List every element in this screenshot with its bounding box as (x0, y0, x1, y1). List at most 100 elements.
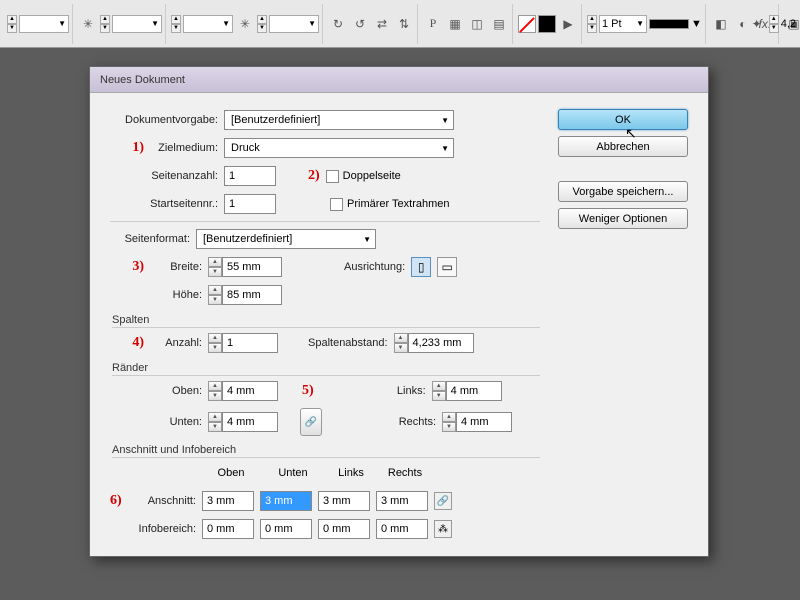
margin-bottom-input[interactable]: 4 mm (222, 412, 278, 432)
transform-icon[interactable]: ✦ (747, 14, 767, 34)
bleed-bottom-input[interactable]: 3 mm (260, 491, 312, 511)
toolbar-dropdown[interactable]: ▼ (269, 15, 319, 33)
intent-select[interactable]: Druck▼ (224, 138, 454, 158)
margin-top-input[interactable]: 4 mm (222, 381, 278, 401)
dropdown-arrow-icon[interactable]: ▼ (691, 18, 702, 30)
portrait-icon[interactable]: ▯ (411, 257, 431, 277)
stepper-icon[interactable]: ▲▼ (257, 15, 267, 33)
ok-button[interactable]: OK↖ (558, 109, 688, 130)
pages-label: Seitenanzahl: (110, 170, 218, 182)
toolbar-dropdown[interactable]: ▼ (112, 15, 162, 33)
rotate-icon[interactable]: ↻ (328, 14, 348, 34)
col-count-input[interactable]: 1 (222, 333, 278, 353)
margin-right-input[interactable]: 4 mm (456, 412, 512, 432)
rotate-icon[interactable]: ↺ (350, 14, 370, 34)
wrap-icon[interactable]: ◫ (467, 14, 487, 34)
annotation-5: 5) (302, 383, 314, 399)
flip-icon[interactable]: ⇅ (394, 14, 414, 34)
gutter-stepper[interactable]: ▲▼ (394, 333, 408, 353)
flip-icon[interactable]: ⇄ (372, 14, 392, 34)
width-label: Breite: (150, 261, 202, 273)
gutter-label: Spaltenabstand: (308, 337, 388, 349)
orientation-label: Ausrichtung: (344, 261, 405, 273)
new-document-dialog: Neues Dokument Dokumentvorgabe: [Benutze… (89, 66, 709, 557)
margin-top-stepper[interactable]: ▲▼ (208, 381, 222, 401)
bug-icon[interactable]: ✳ (235, 14, 255, 34)
height-input[interactable]: 85 mm (222, 285, 282, 305)
facing-pages-checkbox[interactable]: Doppelseite (326, 170, 401, 183)
annotation-1: 1) (110, 140, 144, 156)
stroke-weight-dropdown[interactable]: 1 Pt▼ (599, 15, 647, 33)
dialog-titlebar[interactable]: Neues Dokument (90, 67, 708, 93)
landscape-icon[interactable]: ▭ (437, 257, 457, 277)
annotation-3: 3) (110, 259, 144, 275)
bleed-right-input[interactable]: 3 mm (376, 491, 428, 511)
bleed-slug-heading: Anschnitt und Infobereich (112, 444, 540, 458)
margin-right-label: Rechts: (390, 416, 436, 428)
bleed-label: Anschnitt: (136, 495, 196, 507)
margin-left-label: Links: (386, 385, 426, 397)
primary-textframe-checkbox[interactable]: Primärer Textrahmen (330, 198, 450, 211)
toolbar-dropdown[interactable]: ▼ (183, 15, 233, 33)
stroke-swatch-black-icon[interactable] (538, 15, 556, 33)
gutter-input[interactable]: 4,233 mm (408, 333, 474, 353)
preset-select[interactable]: [Benutzerdefiniert]▼ (224, 110, 454, 130)
start-page-input[interactable]: 1 (224, 194, 276, 214)
intent-label: Zielmedium: (150, 142, 218, 154)
wrap-icon[interactable]: ▤ (489, 14, 509, 34)
stepper-icon[interactable]: ▲▼ (171, 15, 181, 33)
toolbar-dropdown[interactable]: ▼ (19, 15, 69, 33)
annotation-6: 6) (110, 493, 130, 509)
height-stepper[interactable]: ▲▼ (208, 285, 222, 305)
bleed-left-input[interactable]: 3 mm (318, 491, 370, 511)
stroke-style-icon[interactable] (649, 19, 689, 29)
width-input[interactable]: 55 mm (222, 257, 282, 277)
columns-heading: Spalten (112, 314, 540, 328)
margin-right-stepper[interactable]: ▲▼ (442, 412, 456, 432)
cancel-button[interactable]: Abbrechen (558, 136, 688, 157)
margin-bottom-stepper[interactable]: ▲▼ (208, 412, 222, 432)
col-header: Rechts (378, 467, 432, 479)
annotation-4: 4) (110, 335, 144, 351)
pagesize-label: Seitenformat: (110, 233, 190, 245)
slug-left-input[interactable]: 0 mm (318, 519, 370, 539)
annotation-2: 2) (308, 168, 320, 184)
link-bleed-icon[interactable]: 🔗 (434, 492, 452, 510)
slug-top-input[interactable]: 0 mm (202, 519, 254, 539)
col-header: Links (324, 467, 378, 479)
slug-bottom-input[interactable]: 0 mm (260, 519, 312, 539)
start-page-label: Startseitennr.: (110, 198, 218, 210)
paragraph-icon[interactable]: P (423, 14, 443, 34)
link-slug-icon[interactable]: ⁂ (434, 520, 452, 538)
preset-label: Dokumentvorgabe: (110, 114, 218, 126)
stepper-icon[interactable]: ▲▼ (769, 15, 779, 33)
save-preset-button[interactable]: Vorgabe speichern... (558, 181, 688, 202)
margin-bottom-label: Unten: (150, 416, 202, 428)
margin-left-stepper[interactable]: ▲▼ (432, 381, 446, 401)
arrow-icon[interactable]: ▶ (558, 14, 578, 34)
link-margins-icon[interactable]: 🔗 (300, 408, 322, 436)
col-count-stepper[interactable]: ▲▼ (208, 333, 222, 353)
slug-label: Infobereich: (136, 523, 196, 535)
stepper-icon[interactable]: ▲▼ (100, 15, 110, 33)
stepper-icon[interactable]: ▲▼ (587, 15, 597, 33)
stepper-icon[interactable]: ▲▼ (7, 15, 17, 33)
pages-input[interactable]: 1 (224, 166, 276, 186)
slug-right-input[interactable]: 0 mm (376, 519, 428, 539)
margin-left-input[interactable]: 4 mm (446, 381, 502, 401)
application-toolbar: ▲▼ ▼ ✳ ▲▼ ▼ ▲▼ ▼ ✳ ▲▼ ▼ ↻ ↺ ⇄ ⇅ P ▦ ◫ ▤ … (0, 0, 800, 48)
height-label: Höhe: (150, 289, 202, 301)
effects-icon[interactable]: ◧ (711, 14, 731, 34)
margin-top-label: Oben: (150, 385, 202, 397)
toolbar-value: 4,2 (781, 18, 796, 30)
col-header: Oben (200, 467, 262, 479)
bleed-top-input[interactable]: 3 mm (202, 491, 254, 511)
wrap-icon[interactable]: ▦ (445, 14, 465, 34)
pagesize-select[interactable]: [Benutzerdefiniert]▼ (196, 229, 376, 249)
margins-heading: Ränder (112, 362, 540, 376)
fill-swatch-none-icon[interactable] (518, 15, 536, 33)
bug-icon[interactable]: ✳ (78, 14, 98, 34)
col-header: Unten (262, 467, 324, 479)
width-stepper[interactable]: ▲▼ (208, 257, 222, 277)
fewer-options-button[interactable]: Weniger Optionen (558, 208, 688, 229)
